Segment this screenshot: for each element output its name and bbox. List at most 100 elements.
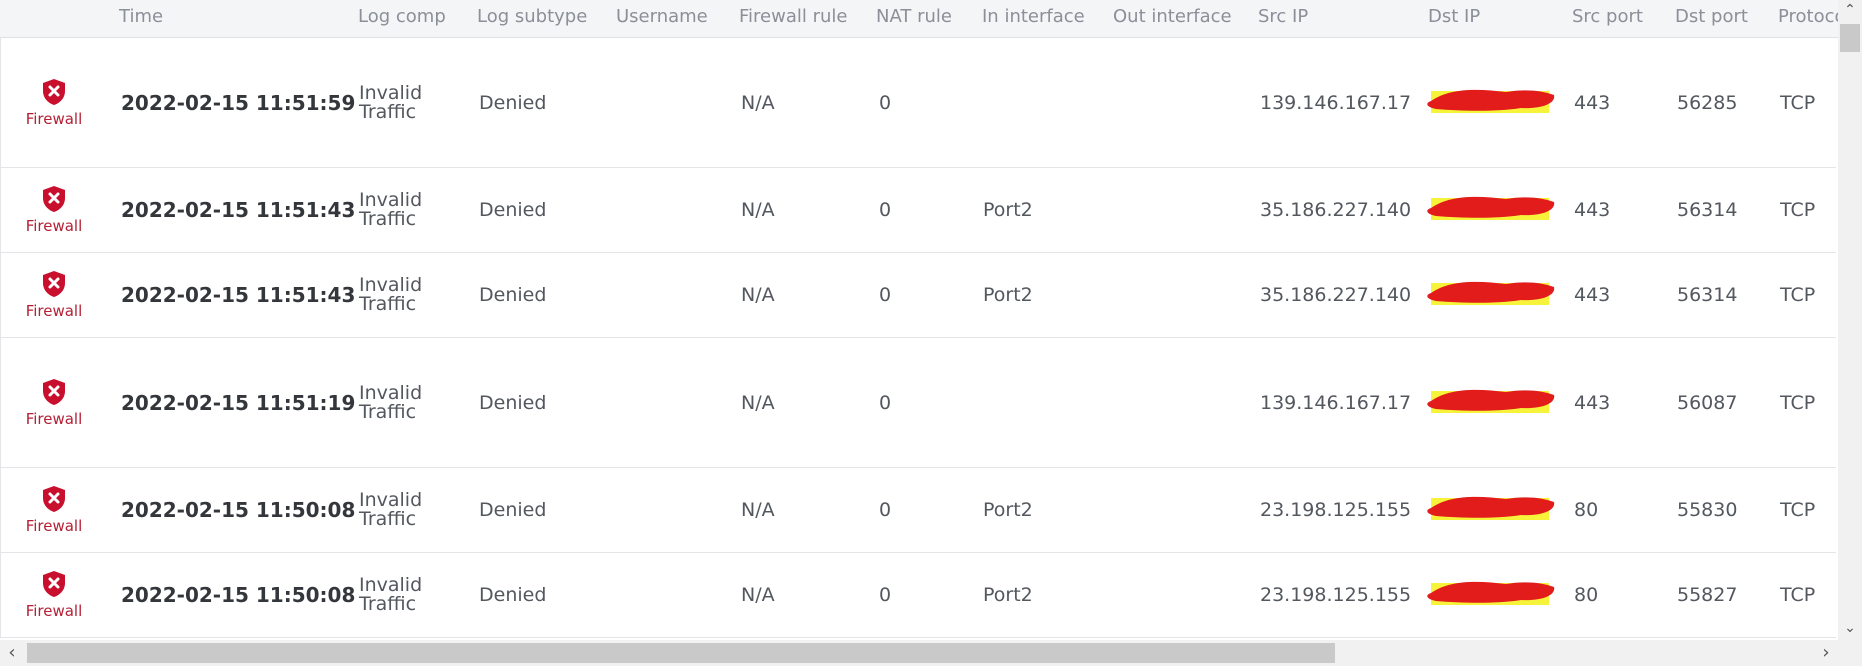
in-interface-cell: Port2: [983, 499, 1033, 521]
column-header-src-ip[interactable]: Src IP: [1258, 0, 1308, 37]
log-comp-cell: Invalid Traffic: [359, 576, 439, 614]
in-interface-cell: Port2: [983, 199, 1033, 221]
time-cell: 2022-02-15 11:50:08: [121, 498, 356, 522]
log-comp-line: Traffic: [359, 100, 417, 123]
module-label: Firewall: [25, 302, 83, 320]
protocol-cell: TCP: [1780, 284, 1816, 306]
nat-rule-cell: 0: [879, 499, 892, 521]
log-comp-line: Traffic: [359, 593, 417, 615]
dst-port-cell: 56087: [1677, 391, 1738, 414]
log-comp-cell: Invalid Traffic: [359, 276, 439, 314]
dst-port-cell: 56314: [1677, 199, 1738, 221]
table-row[interactable]: Firewall 2022-02-15 11:51:43 Invalid Tra…: [0, 253, 1836, 338]
column-header-out-interface[interactable]: Out interface: [1113, 0, 1232, 37]
log-comp-cell: Invalid Traffic: [359, 491, 439, 529]
log-subtype-cell: Denied: [479, 284, 547, 306]
log-comp-cell: Invalid Traffic: [359, 83, 439, 123]
dst-port-cell: 56314: [1677, 284, 1738, 306]
firewall-rule-cell: N/A: [741, 199, 775, 221]
shield-x-icon: [43, 378, 65, 405]
column-header-protocol[interactable]: Protoco: [1778, 0, 1838, 37]
shield-x-icon: [43, 78, 65, 105]
redaction-mark: [1427, 389, 1555, 413]
protocol-cell: TCP: [1780, 91, 1816, 114]
vertical-scroll-thumb[interactable]: [1840, 24, 1860, 52]
log-subtype-cell: Denied: [479, 499, 547, 521]
shield-x-icon: [43, 271, 65, 297]
module-label: Firewall: [25, 517, 83, 535]
column-header-nat-rule[interactable]: NAT rule: [876, 0, 952, 37]
table-row[interactable]: Firewall 2022-02-15 11:51:43 Invalid Tra…: [0, 168, 1836, 253]
table-row[interactable]: Firewall 2022-02-15 11:51:19 Invalid Tra…: [0, 338, 1836, 468]
horizontal-scroll-thumb[interactable]: [27, 643, 1335, 663]
column-header-username[interactable]: Username: [616, 0, 708, 37]
scroll-right-icon[interactable]: ›: [1814, 640, 1838, 666]
dst-port-cell: 55830: [1677, 499, 1738, 521]
table-row[interactable]: Firewall 2022-02-15 11:51:59 Invalid Tra…: [0, 38, 1836, 168]
column-header-dst-ip[interactable]: Dst IP: [1428, 0, 1480, 37]
src-ip-cell: 35.186.227.140: [1260, 284, 1412, 306]
time-cell: 2022-02-15 11:51:43: [121, 283, 356, 307]
src-port-cell: 443: [1574, 91, 1611, 114]
log-subtype-cell: Denied: [479, 584, 547, 606]
protocol-cell: TCP: [1780, 391, 1816, 414]
dst-ip-redacted: [1411, 273, 1561, 317]
log-comp-cell: Invalid Traffic: [359, 191, 439, 229]
nat-rule-cell: 0: [879, 91, 892, 114]
in-interface-cell: Port2: [983, 584, 1033, 606]
src-port-cell: 80: [1574, 584, 1599, 606]
dst-ip-redacted: [1411, 381, 1561, 425]
redaction-mark: [1427, 196, 1555, 220]
src-ip-cell: 23.198.125.155: [1260, 584, 1412, 606]
column-header-log-subtype[interactable]: Log subtype: [477, 0, 587, 37]
column-header-log-comp[interactable]: Log comp: [358, 0, 446, 37]
shield-x-icon: [43, 571, 65, 597]
firewall-rule-cell: N/A: [741, 499, 775, 521]
dst-port-cell: 55827: [1677, 584, 1738, 606]
protocol-cell: TCP: [1780, 499, 1816, 521]
src-ip-cell: 35.186.227.140: [1260, 199, 1412, 221]
firewall-module: Firewall: [21, 78, 87, 128]
table-body: Firewall 2022-02-15 11:51:59 Invalid Tra…: [0, 38, 1838, 638]
scroll-up-icon[interactable]: ⌃: [1838, 0, 1862, 20]
src-ip-cell: 139.146.167.17: [1260, 91, 1412, 114]
column-header-in-interface[interactable]: In interface: [982, 0, 1085, 37]
firewall-module: Firewall: [21, 485, 87, 535]
column-header-dst-port[interactable]: Dst port: [1675, 0, 1748, 37]
log-comp-line: Traffic: [359, 208, 417, 230]
src-ip-cell: 139.146.167.17: [1260, 391, 1412, 414]
nat-rule-cell: 0: [879, 584, 892, 606]
column-header-src-port[interactable]: Src port: [1572, 0, 1643, 37]
time-cell: 2022-02-15 11:51:19: [121, 390, 356, 415]
module-label: Firewall: [25, 409, 83, 428]
redaction-mark: [1427, 89, 1555, 113]
redaction-mark: [1427, 281, 1555, 305]
protocol-cell: TCP: [1780, 199, 1816, 221]
horizontal-scrollbar[interactable]: ‹ ›: [0, 640, 1838, 666]
nat-rule-cell: 0: [879, 391, 892, 414]
firewall-rule-cell: N/A: [741, 91, 775, 114]
table-row[interactable]: Firewall 2022-02-15 11:50:08 Invalid Tra…: [0, 468, 1836, 553]
redaction-mark: [1427, 581, 1555, 605]
column-header-firewall-rule[interactable]: Firewall rule: [739, 0, 847, 37]
firewall-rule-cell: N/A: [741, 284, 775, 306]
log-viewer: Time Log comp Log subtype Username Firew…: [0, 0, 1862, 666]
dst-ip-redacted: [1411, 573, 1561, 617]
vertical-scrollbar[interactable]: ⌃ ⌄: [1838, 0, 1862, 640]
scroll-left-icon[interactable]: ‹: [0, 640, 24, 666]
scrollbar-corner: [1838, 640, 1862, 666]
firewall-rule-cell: N/A: [741, 584, 775, 606]
log-subtype-cell: Denied: [479, 391, 547, 414]
table-row[interactable]: Firewall 2022-02-15 11:50:08 Invalid Tra…: [0, 553, 1836, 638]
module-label: Firewall: [25, 109, 83, 128]
scroll-down-icon[interactable]: ⌄: [1838, 618, 1862, 638]
src-port-cell: 443: [1574, 391, 1611, 414]
column-header-time[interactable]: Time: [119, 0, 163, 37]
src-ip-cell: 23.198.125.155: [1260, 499, 1412, 521]
log-subtype-cell: Denied: [479, 91, 547, 114]
dst-ip-redacted: [1411, 188, 1561, 232]
nat-rule-cell: 0: [879, 284, 892, 306]
src-port-cell: 443: [1574, 284, 1611, 306]
protocol-cell: TCP: [1780, 584, 1816, 606]
src-port-cell: 443: [1574, 199, 1611, 221]
